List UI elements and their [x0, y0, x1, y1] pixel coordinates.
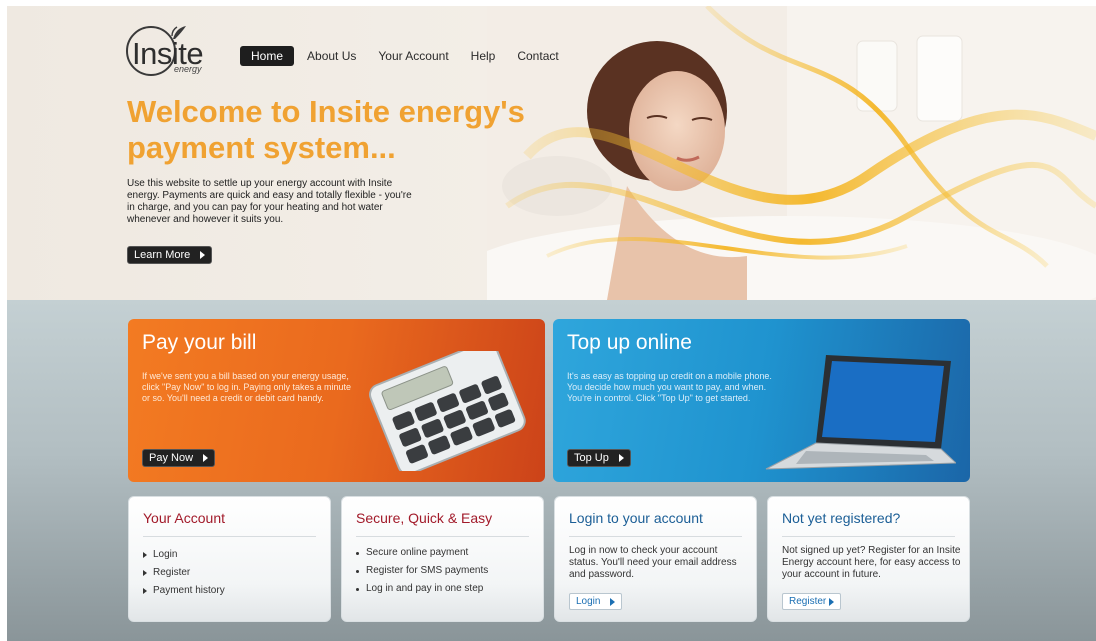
learn-more-button[interactable]: Learn More: [127, 246, 213, 264]
pay-now-button[interactable]: Pay Now: [142, 449, 216, 467]
arrow-right-icon: [829, 597, 835, 606]
feature-item: Log in and pay in one step: [356, 580, 488, 598]
register-text: Not signed up yet? Register for an Insit…: [782, 545, 961, 580]
divider: [356, 536, 529, 537]
content-area: Pay your bill If we've sent you a bill b…: [7, 300, 1096, 641]
arrow-right-icon: [610, 597, 616, 606]
pay-bill-text: If we've sent you a bill based on your e…: [142, 371, 351, 403]
bullet-dot-icon: [356, 569, 359, 573]
pay-bill-title: Pay your bill: [142, 331, 257, 354]
pay-bill-panel: Pay your bill If we've sent you a bill b…: [128, 319, 545, 482]
your-account-title: Your Account: [143, 510, 225, 526]
login-title: Login to your account: [569, 510, 703, 526]
secure-features: Secure online payment Register for SMS p…: [356, 544, 488, 598]
arrow-right-icon: [203, 454, 209, 462]
account-links: Login Register Payment history: [143, 546, 225, 600]
nav-about-us[interactable]: About Us: [298, 46, 365, 66]
laptop-icon: [765, 355, 956, 470]
learn-more-label: Learn More: [134, 249, 191, 261]
hero-description: Use this website to settle up your energ…: [127, 178, 412, 225]
divider: [782, 536, 955, 537]
hero-title: Welcome to Insite energy's payment syste…: [127, 94, 525, 165]
top-up-panel: Top up online It's as easy as topping up…: [553, 319, 970, 482]
triangle-bullet-icon: [143, 552, 147, 558]
calculator-icon: [369, 351, 526, 471]
account-link-label: Register: [153, 567, 191, 578]
main-nav: Home About Us Your Account Help Contact: [240, 46, 572, 66]
hero-banner: Insite energy Home About Us Your Account…: [7, 6, 1096, 300]
register-title: Not yet registered?: [782, 510, 901, 526]
register-button-label: Register: [789, 596, 827, 607]
divider: [569, 536, 742, 537]
triangle-bullet-icon: [143, 588, 147, 594]
login-card: Login to your account Log in now to chec…: [554, 496, 757, 622]
feature-item: Register for SMS payments: [356, 562, 488, 580]
insite-logo[interactable]: Insite energy: [126, 26, 216, 78]
triangle-bullet-icon: [143, 570, 147, 576]
login-button[interactable]: Login: [569, 593, 623, 610]
top-up-label: Top Up: [574, 452, 609, 464]
bullet-dot-icon: [356, 587, 359, 591]
account-link-register[interactable]: Register: [143, 564, 225, 582]
your-account-card: Your Account Login Register Payment hist…: [128, 496, 331, 622]
divider: [143, 536, 316, 537]
top-up-title: Top up online: [567, 331, 692, 354]
top-up-text: It's as easy as topping up credit on a m…: [567, 371, 772, 403]
login-button-label: Login: [576, 596, 601, 607]
feature-item: Secure online payment: [356, 544, 488, 562]
register-button[interactable]: Register: [782, 593, 842, 610]
secure-card: Secure, Quick & Easy Secure online payme…: [341, 496, 544, 622]
bullet-dot-icon: [356, 551, 359, 555]
hero-image: [487, 6, 1096, 300]
logo-subtitle: energy: [174, 64, 202, 74]
arrow-right-icon: [618, 454, 624, 462]
account-link-label: Login: [153, 549, 178, 560]
top-up-button[interactable]: Top Up: [567, 449, 631, 467]
account-link-login[interactable]: Login: [143, 546, 225, 564]
arrow-right-icon: [200, 251, 206, 259]
login-text: Log in now to check your account status.…: [569, 545, 737, 580]
secure-title: Secure, Quick & Easy: [356, 510, 493, 526]
nav-help[interactable]: Help: [462, 46, 505, 66]
nav-your-account[interactable]: Your Account: [369, 46, 457, 66]
feature-label: Log in and pay in one step: [366, 583, 484, 594]
feature-label: Secure online payment: [366, 547, 469, 558]
feature-label: Register for SMS payments: [366, 565, 489, 576]
register-card: Not yet registered? Not signed up yet? R…: [767, 496, 970, 622]
nav-home[interactable]: Home: [240, 46, 295, 66]
page: Insite energy Home About Us Your Account…: [0, 0, 1096, 641]
pay-now-label: Pay Now: [149, 452, 194, 464]
nav-contact[interactable]: Contact: [508, 46, 567, 66]
account-link-payment-history[interactable]: Payment history: [143, 582, 225, 600]
account-link-label: Payment history: [153, 585, 225, 596]
